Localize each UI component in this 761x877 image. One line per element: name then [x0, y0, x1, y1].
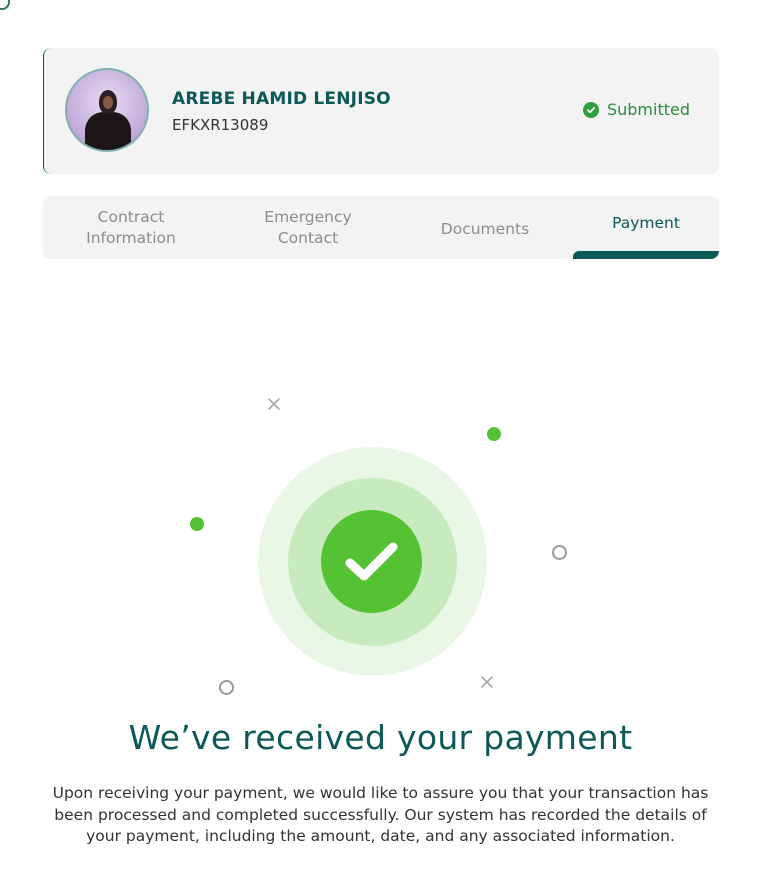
success-illustration	[0, 380, 761, 710]
cross-decoration-icon	[268, 398, 280, 410]
corner-decoration	[0, 0, 10, 10]
confirmation-description: Upon receiving your payment, we would li…	[52, 784, 709, 845]
tab-label-line: Emergency	[264, 207, 352, 226]
tab-label-line: Contact	[277, 228, 339, 247]
profile-name: AREBE HAMID LENJISO	[172, 89, 391, 109]
success-check-badge	[321, 510, 422, 613]
check-circle-icon	[582, 101, 599, 118]
avatar	[65, 68, 149, 152]
profile-id: EFKXR13089	[172, 116, 269, 134]
tab-label: Payment	[612, 214, 680, 232]
tab-documents[interactable]: Documents	[397, 196, 573, 259]
confirmation-headline: We’ve received your payment	[128, 718, 633, 757]
tab-label-line: Information	[86, 228, 176, 247]
profile-card: AREBE HAMID LENJISO EFKXR13089 Submitted	[43, 48, 719, 174]
ring-dot-decoration	[552, 545, 567, 560]
tab-contract-information[interactable]: Contract Information	[43, 196, 219, 259]
tab-payment[interactable]: Payment	[573, 196, 719, 259]
green-dot-decoration	[190, 517, 204, 531]
tab-label-line: Contract	[97, 207, 165, 226]
green-dot-decoration	[487, 427, 501, 441]
tab-emergency-contact[interactable]: Emergency Contact	[219, 196, 397, 259]
check-icon	[345, 542, 397, 580]
status-text: Submitted	[606, 100, 690, 119]
tab-label: Documents	[440, 220, 530, 238]
ring-dot-decoration	[219, 680, 234, 695]
cross-decoration-icon	[481, 676, 493, 688]
status-badge: Submitted	[582, 100, 690, 119]
tab-bar: Contract Information Emergency Contact Doc…	[43, 196, 719, 259]
